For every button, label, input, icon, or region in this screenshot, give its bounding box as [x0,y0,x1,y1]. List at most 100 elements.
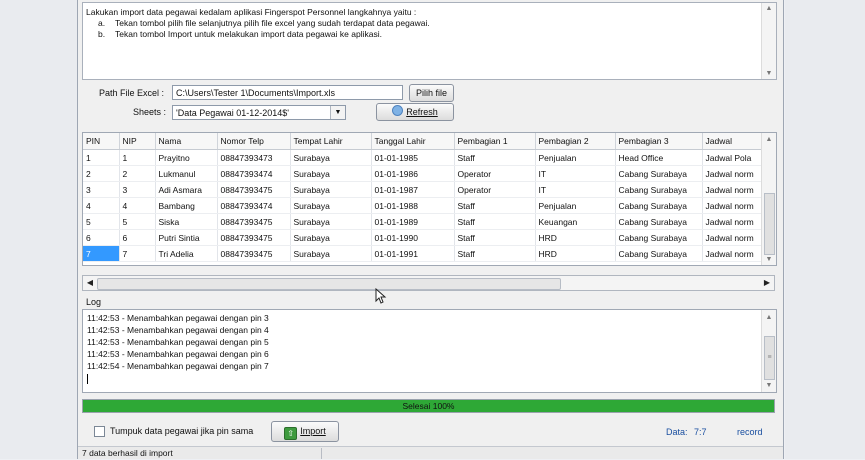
table-cell[interactable]: 7 [119,245,156,262]
col-header[interactable]: PIN [83,133,120,150]
table-row[interactable]: 2 2 Lukmanul 08847393474 Surabaya 01-01-1986 O… [83,165,763,182]
table-cell[interactable]: 08847393475 [217,245,291,262]
table-cell[interactable]: IT [535,165,616,182]
table-cell[interactable]: Prayitno [155,149,218,166]
stack-data-label[interactable]: Tumpuk data pegawai jika pin sama [110,426,253,436]
table-cell[interactable]: Jadwal norm [702,181,763,198]
table-cell[interactable]: Staff [454,213,536,230]
scroll-thumb[interactable] [97,278,561,290]
table-cell[interactable]: Operator [454,181,536,198]
col-header[interactable]: NIP [119,133,156,150]
table-cell[interactable]: Staff [454,149,536,166]
path-file-input[interactable]: C:\Users\Tester 1\Documents\Import.xls [172,85,403,100]
chevron-down-icon[interactable]: ▼ [330,106,345,119]
log-scrollbar[interactable]: ▲ ≡ ▼ [761,310,776,392]
table-cell[interactable]: 01-01-1985 [371,149,455,166]
table-cell[interactable]: IT [535,181,616,198]
table-cell[interactable]: Surabaya [290,181,372,198]
scroll-up-icon[interactable]: ▲ [762,5,776,12]
table-cell[interactable]: Staff [454,229,536,246]
table-cell[interactable]: Jadwal norm [702,197,763,214]
table-row[interactable]: 3 3 Adi Asmara 08847393475 Surabaya 01-01-198… [83,181,763,198]
table-cell[interactable]: 01-01-1986 [371,165,455,182]
table-cell[interactable]: Staff [454,245,536,262]
table-cell[interactable]: Cabang Surabaya [615,181,703,198]
table-cell[interactable]: 2 [119,165,156,182]
table-cell[interactable]: Adi Asmara [155,181,218,198]
stack-data-checkbox[interactable] [94,426,105,437]
table-cell[interactable]: 1 [119,149,156,166]
table-cell[interactable]: Operator [454,165,536,182]
table-cell[interactable]: 3 [119,181,156,198]
table-cell[interactable]: Cabang Surabaya [615,245,703,262]
table-row[interactable]: 7 7 Tri Adelia 08847393475 Surabaya 01-01-199… [83,245,763,262]
table-cell[interactable]: 2 [83,165,120,182]
table-cell[interactable]: Jadwal norm [702,213,763,230]
table-cell[interactable]: Penjualan [535,149,616,166]
table-cell[interactable]: Putri Sintia [155,229,218,246]
table-cell[interactable]: 01-01-1989 [371,213,455,230]
col-header[interactable]: Pembagian 2 [535,133,616,150]
col-header[interactable]: Nama [155,133,218,150]
table-cell[interactable]: Cabang Surabaya [615,165,703,182]
refresh-button[interactable]: Refresh [376,103,454,121]
table-cell[interactable]: Jadwal norm [702,229,763,246]
scroll-left-icon[interactable]: ◀ [83,276,97,290]
table-cell[interactable]: 6 [119,229,156,246]
col-header[interactable]: Tempat Lahir [290,133,372,150]
scroll-up-icon[interactable]: ▲ [762,136,776,143]
table-cell[interactable]: Surabaya [290,245,372,262]
col-header[interactable]: Jadwal [702,133,763,150]
scroll-down-icon[interactable]: ▼ [762,382,776,389]
pick-file-button[interactable]: Pilih file [409,84,454,102]
table-cell[interactable]: Surabaya [290,213,372,230]
table-cell[interactable]: 08847393474 [217,197,291,214]
scroll-down-icon[interactable]: ▼ [762,256,776,263]
table-cell[interactable]: Surabaya [290,197,372,214]
table-row[interactable]: 6 6 Putri Sintia 08847393475 Surabaya 01-01-1… [83,229,763,246]
table-cell[interactable]: 08847393475 [217,229,291,246]
table-cell[interactable]: Surabaya [290,229,372,246]
sheets-select[interactable]: 'Data Pegawai 01-12-2014$' ▼ [172,105,346,120]
table-cell[interactable]: Siska [155,213,218,230]
table-cell[interactable]: Surabaya [290,165,372,182]
table-cell[interactable]: Head Office [615,149,703,166]
table-row[interactable]: 5 5 Siska 08847393475 Surabaya 01-01-1989 Staf… [83,213,763,230]
table-cell[interactable]: Jadwal norm [702,165,763,182]
table-cell[interactable]: Jadwal Pola [702,149,763,166]
table-horizontal-scrollbar[interactable]: ◀ ▶ [82,275,775,291]
col-header[interactable]: Pembagian 3 [615,133,703,150]
table-cell-selected[interactable]: 7 [83,245,120,262]
table-cell[interactable]: Cabang Surabaya [615,213,703,230]
table-cell[interactable]: 1 [83,149,120,166]
table-cell[interactable]: 4 [83,197,120,214]
import-button[interactable]: ⇧ Import [271,421,339,442]
scroll-right-icon[interactable]: ▶ [760,276,774,290]
table-cell[interactable]: Tri Adelia [155,245,218,262]
table-vertical-scrollbar[interactable]: ▲ ▼ [761,133,776,265]
scroll-thumb[interactable]: ≡ [764,336,775,380]
employee-table[interactable]: PIN NIP Nama Nomor Telp Tempat Lahir Tan… [82,132,777,266]
table-cell[interactable]: HRD [535,229,616,246]
table-cell[interactable]: 01-01-1990 [371,229,455,246]
table-cell[interactable]: 6 [83,229,120,246]
table-cell[interactable]: Jadwal norm [702,245,763,262]
table-cell[interactable]: 01-01-1987 [371,181,455,198]
table-cell[interactable]: Bambang [155,197,218,214]
table-cell[interactable]: 08847393474 [217,165,291,182]
table-row[interactable]: 4 4 Bambang 08847393474 Surabaya 01-01-1988 St… [83,197,763,214]
table-cell[interactable]: Keuangan [535,213,616,230]
table-cell[interactable]: 5 [119,213,156,230]
table-cell[interactable]: 4 [119,197,156,214]
table-cell[interactable]: 08847393475 [217,213,291,230]
instructions-scrollbar[interactable]: ▲ ▼ [761,3,776,79]
table-cell[interactable]: 08847393475 [217,181,291,198]
table-cell[interactable]: HRD [535,245,616,262]
table-cell[interactable]: Surabaya [290,149,372,166]
table-cell[interactable]: 01-01-1991 [371,245,455,262]
table-cell[interactable]: 5 [83,213,120,230]
scroll-up-icon[interactable]: ▲ [762,314,776,321]
log-panel[interactable]: 11:42:53 - Menambahkan pegawai dengan pi… [82,309,777,393]
col-header[interactable]: Pembagian 1 [454,133,536,150]
col-header[interactable]: Tanggal Lahir [371,133,455,150]
